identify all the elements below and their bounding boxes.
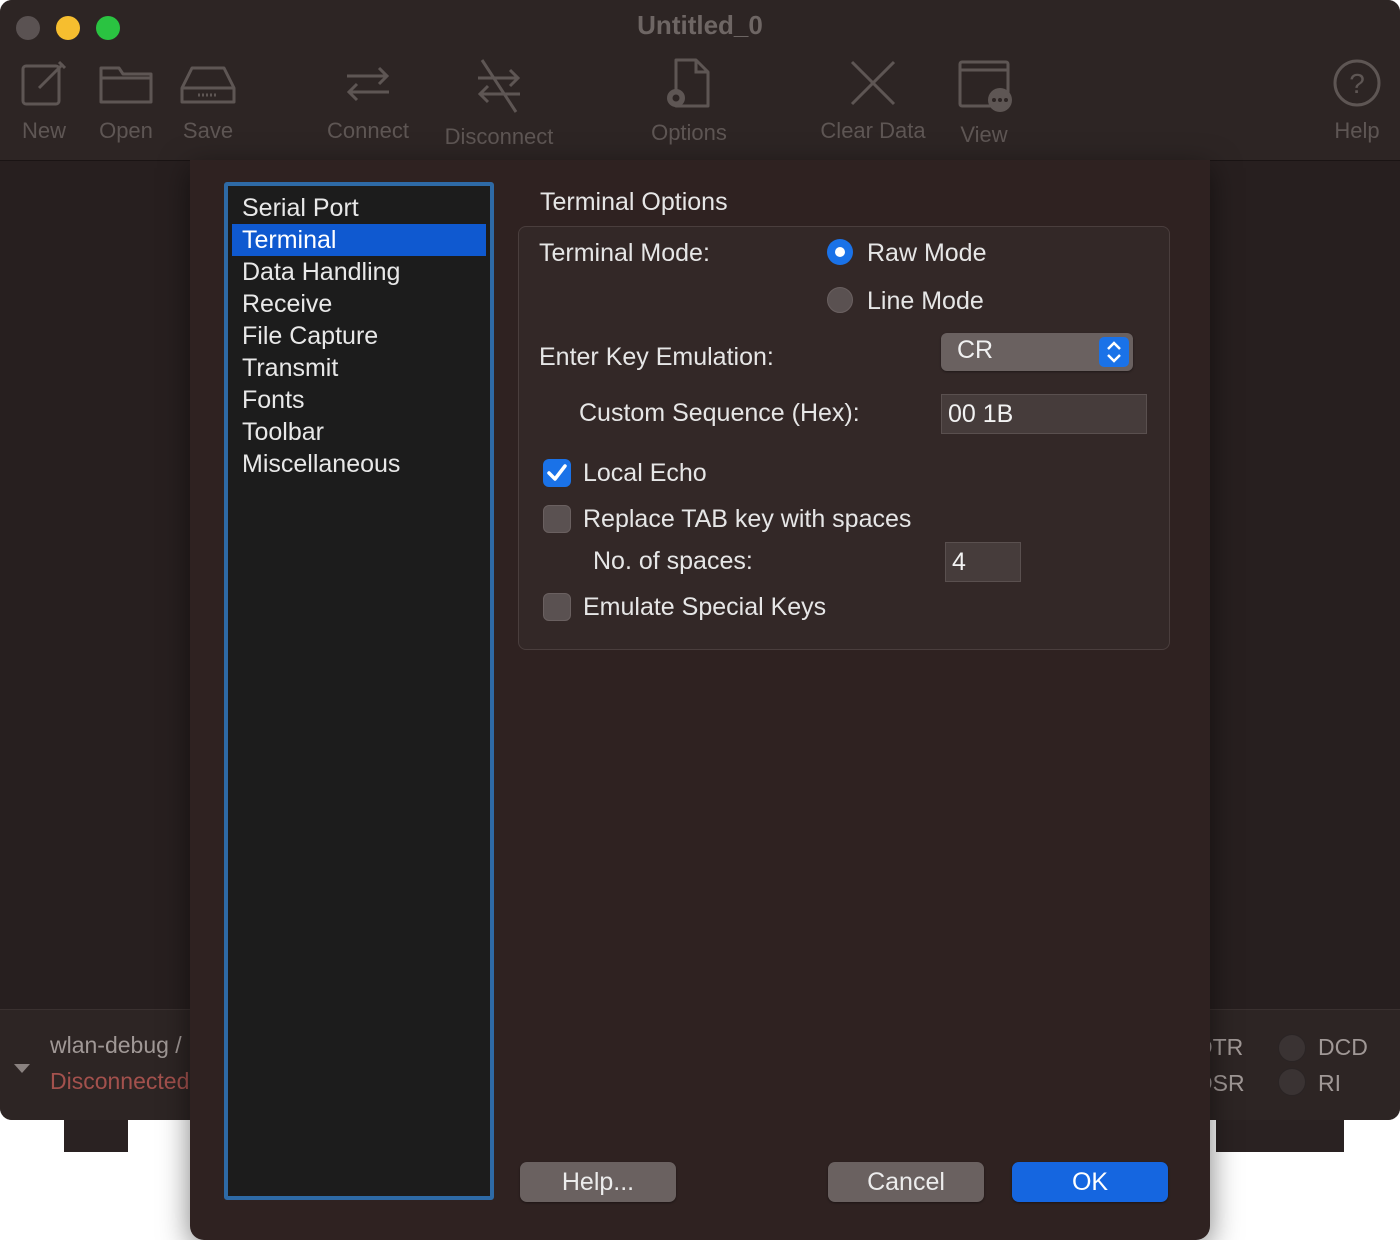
enter-key-popup[interactable]: CR [941,333,1133,371]
clear-icon [850,60,896,106]
connect-icon [346,66,390,102]
line-mode-radio[interactable] [827,287,853,313]
help-label: Help [1334,118,1380,143]
options-label: Options [651,120,727,145]
new-label: New [21,118,66,143]
ri-indicator [1278,1068,1306,1096]
line-mode-label[interactable]: Line Mode [867,287,984,316]
category-list[interactable]: Serial Port Terminal Data Handling Recei… [224,182,494,1200]
options-button[interactable]: Options [644,56,734,146]
ok-button[interactable]: OK [1012,1162,1168,1202]
open-button[interactable]: Open [94,56,158,144]
updown-chevron-icon [1099,337,1129,367]
emulate-keys-checkbox[interactable] [543,593,571,621]
spaces-field[interactable]: 4 [945,542,1021,582]
view-button[interactable]: View [952,56,1016,148]
category-file-capture[interactable]: File Capture [232,320,486,352]
enter-key-value: CR [957,336,994,364]
raw-mode-label[interactable]: Raw Mode [867,239,987,268]
open-label: Open [99,118,153,143]
emulate-keys-label[interactable]: Emulate Special Keys [583,593,826,622]
category-fonts[interactable]: Fonts [232,384,486,416]
category-data-handling[interactable]: Data Handling [232,256,486,288]
dcd-indicator [1278,1034,1306,1062]
options-icon [667,58,710,108]
connect-button[interactable]: Connect [318,56,418,144]
category-toolbar[interactable]: Toolbar [232,416,486,448]
local-echo-label[interactable]: Local Echo [583,459,707,488]
enter-key-label: Enter Key Emulation: [539,343,774,371]
custom-sequence-field[interactable]: 00 1B [941,394,1147,434]
category-transmit[interactable]: Transmit [232,352,486,384]
terminal-mode-label: Terminal Mode: [539,239,710,267]
category-miscellaneous[interactable]: Miscellaneous [232,448,486,480]
disconnect-label: Disconnect [444,124,554,149]
folder-icon [99,66,153,104]
new-button[interactable]: New [10,56,78,144]
disconnect-button[interactable]: Disconnect [436,56,562,150]
disclosure-triangle-icon[interactable] [14,1064,30,1073]
help-toolbar-button[interactable]: ? Help [1326,56,1388,144]
replace-tab-label[interactable]: Replace TAB key with spaces [583,505,911,534]
svg-text:?: ? [1349,68,1365,99]
help-icon: ? [1333,59,1381,107]
category-terminal[interactable]: Terminal [232,224,486,256]
clear-data-button[interactable]: Clear Data [814,56,932,144]
disconnect-icon [477,59,521,113]
cancel-button[interactable]: Cancel [828,1162,984,1202]
connection-status: Disconnected [50,1068,190,1094]
local-echo-checkbox[interactable] [543,459,571,487]
window-shadow-strip [64,1120,128,1152]
custom-sequence-label: Custom Sequence (Hex): [579,399,860,427]
new-icon [21,60,67,106]
spaces-label: No. of spaces: [593,547,753,575]
terminal-options-group: Terminal Mode: Raw Mode Line Mode Enter … [518,226,1170,650]
raw-mode-radio[interactable] [827,239,853,265]
save-label: Save [182,118,234,143]
group-title: Terminal Options [540,188,728,216]
checkmark-icon [547,464,567,481]
view-label: View [960,122,1008,147]
connect-label: Connect [327,118,409,143]
preferences-sheet: Serial Port Terminal Data Handling Recei… [190,160,1210,1240]
clear-data-label: Clear Data [820,118,926,143]
help-button[interactable]: Help... [520,1162,676,1202]
ri-label: RI [1318,1070,1341,1096]
save-icon [180,66,236,104]
window-shadow-strip [1216,1120,1344,1152]
category-receive[interactable]: Receive [232,288,486,320]
dcd-label: DCD [1318,1034,1368,1060]
port-name: wlan-debug / [50,1032,182,1058]
replace-tab-checkbox[interactable] [543,505,571,533]
window-title: Untitled_0 [637,10,763,40]
save-button[interactable]: Save [176,56,240,144]
titlebar: Untitled_0 New Open Save Connect Disconn… [0,0,1400,161]
view-icon [958,60,1012,112]
category-serial-port[interactable]: Serial Port [232,192,486,224]
